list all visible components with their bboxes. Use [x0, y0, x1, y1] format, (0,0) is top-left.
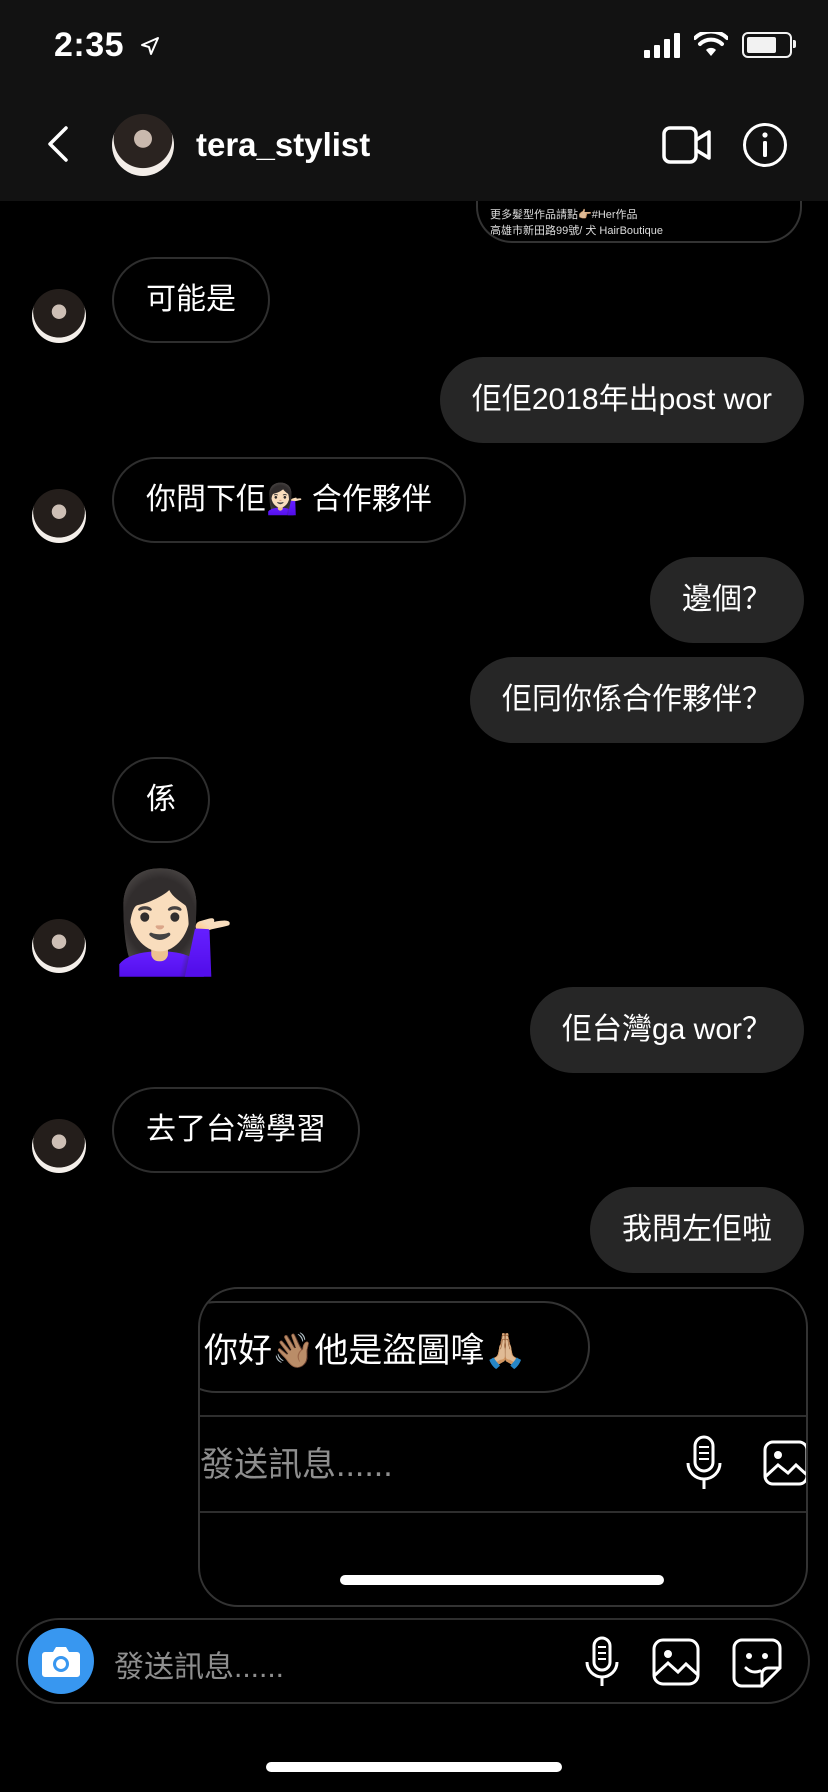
sender-avatar[interactable] [32, 289, 86, 343]
chat-username[interactable]: tera_stylist [196, 126, 370, 164]
message-bubble-incoming[interactable]: 係 [112, 757, 210, 843]
camera-button[interactable] [28, 1628, 94, 1694]
embedded-placeholder: 發送訊息...... [200, 1446, 393, 1484]
image-icon [763, 1440, 806, 1486]
microphone-icon[interactable] [584, 1636, 620, 1688]
emoji-message[interactable]: 💁🏻‍♀️ [112, 867, 237, 977]
status-icons [644, 32, 796, 58]
cellular-signal-icon [644, 32, 680, 58]
video-call-icon[interactable] [662, 124, 712, 166]
embedded-message-bubble: 你好👋🏽他是盜圖嗱🙏🏼 [200, 1301, 590, 1393]
profile-avatar[interactable] [112, 114, 174, 176]
embedded-screenshot-message[interactable]: 你好👋🏽他是盜圖嗱🙏🏼 發送訊息...... [198, 1287, 808, 1607]
sender-avatar[interactable] [32, 489, 86, 543]
sender-avatar[interactable] [32, 1119, 86, 1173]
sender-avatar[interactable] [32, 919, 86, 973]
back-chevron-icon[interactable] [40, 124, 80, 164]
message-bubble-outgoing[interactable]: 佢同你係合作夥伴？ [470, 657, 804, 743]
message-bubble-outgoing[interactable]: 邊個？ [650, 557, 804, 643]
top-bar: 2:35 tera_stylist [0, 0, 828, 201]
wifi-icon [694, 32, 728, 56]
message-bubble-incoming[interactable]: 去了台灣學習 [112, 1087, 360, 1173]
sticker-icon[interactable] [732, 1638, 782, 1688]
gallery-image-icon[interactable] [652, 1638, 700, 1686]
status-time: 2:35 [54, 26, 160, 65]
home-indicator [266, 1762, 562, 1772]
divider [200, 1511, 806, 1513]
camera-icon [42, 1647, 80, 1677]
message-bubble-outgoing[interactable]: 佢台灣ga wor？ [529, 987, 804, 1073]
message-bubble-incoming[interactable]: 你問下佢💁🏻‍♀️ 合作夥伴 [112, 457, 466, 543]
microphone-icon [686, 1435, 722, 1489]
message-composer[interactable]: 發送訊息...... [16, 1618, 810, 1704]
status-time-text: 2:35 [54, 26, 125, 64]
battery-icon [742, 32, 796, 58]
shared-post-line1: 更多髮型作品請點👉🏼#Her作品 [490, 209, 638, 221]
location-arrow-icon [140, 36, 160, 62]
message-input[interactable]: 發送訊息...... [114, 1642, 284, 1686]
home-indicator [340, 1575, 664, 1585]
divider [200, 1415, 806, 1417]
shared-post-line2: 高雄市新田路99號/ 犬 HairBoutique [490, 225, 663, 237]
message-bubble-outgoing[interactable]: 佢佢2018年出post wor [439, 357, 804, 443]
message-bubble-incoming[interactable]: 可能是 [112, 257, 270, 343]
message-bubble-outgoing[interactable]: 我問左佢啦 [590, 1187, 804, 1273]
info-icon[interactable] [742, 122, 788, 168]
